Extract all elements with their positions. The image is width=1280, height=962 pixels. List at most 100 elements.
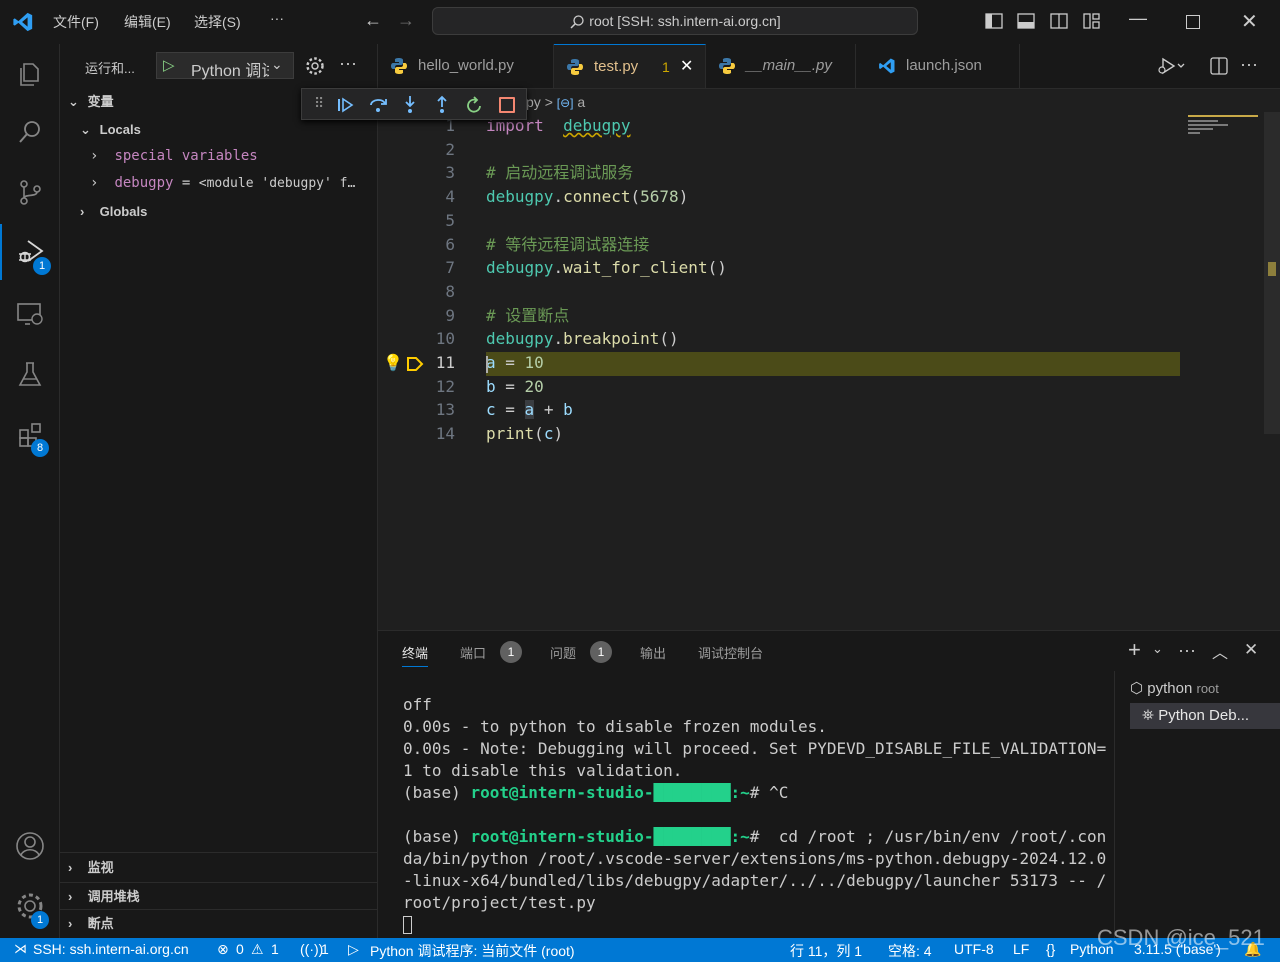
- debug-run-icon: ▷: [348, 941, 359, 957]
- panel-tab-debug-console[interactable]: 调试控制台: [698, 643, 763, 662]
- toggle-secondary-sidebar-icon[interactable]: [1050, 13, 1068, 29]
- remote-explorer-icon[interactable]: [0, 286, 60, 342]
- step-out-icon[interactable]: [433, 95, 451, 115]
- code-token: .: [553, 329, 564, 349]
- close-tab-icon[interactable]: ✕: [680, 45, 693, 89]
- tab-launch-json[interactable]: launch.json: [856, 44, 1020, 88]
- debug-config-select[interactable]: ▷ Python 调试 ⌄: [156, 52, 294, 80]
- forward-arrow-icon[interactable]: →: [397, 10, 415, 31]
- search-activity-icon[interactable]: [0, 104, 60, 160]
- maximize-panel-icon[interactable]: ︿: [1212, 639, 1228, 663]
- prompt-command: # ^C: [749, 783, 789, 802]
- code-line[interactable]: 10 debugpy.breakpoint(): [378, 327, 1178, 351]
- encoding[interactable]: UTF-8: [954, 941, 994, 957]
- code-line[interactable]: 6 # 等待远程调试器连接: [378, 233, 1178, 257]
- close-panel-icon[interactable]: ✕: [1244, 640, 1258, 660]
- special-variables-row[interactable]: › special variables: [60, 143, 378, 170]
- minimap[interactable]: [1186, 112, 1264, 144]
- back-arrow-icon[interactable]: ←: [364, 10, 382, 31]
- tab-hello-world[interactable]: hello_world.py: [378, 44, 554, 88]
- explorer-icon[interactable]: [0, 46, 60, 102]
- debug-config-name: Python 调试: [191, 63, 269, 80]
- run-debug-icon[interactable]: 1: [0, 224, 60, 280]
- step-over-icon[interactable]: [368, 95, 388, 115]
- globals-scope[interactable]: › Globals: [60, 198, 378, 225]
- code-line[interactable]: 2: [378, 138, 1178, 162]
- prompt-host: root@intern-studio-████████:~: [470, 783, 750, 802]
- breakpoints-section-header[interactable]: › 断点: [60, 909, 378, 937]
- code-token: (): [707, 258, 727, 278]
- account-icon[interactable]: [0, 818, 60, 874]
- menu-selection[interactable]: 选择(S): [194, 12, 241, 32]
- settings-gear-icon[interactable]: 1: [0, 878, 60, 934]
- tab-main-py[interactable]: __main__.py: [706, 44, 856, 88]
- new-terminal-icon[interactable]: +: [1128, 637, 1141, 663]
- chevron-down-icon: ⌄: [68, 94, 79, 109]
- locals-scope[interactable]: ⌄ Locals: [60, 116, 378, 143]
- panel-tab-ports[interactable]: 端口: [460, 643, 486, 662]
- code-line[interactable]: 12 b = 20: [378, 375, 1178, 399]
- terminal-line: (base) root@intern-studio-████████:~# cd…: [403, 826, 1106, 848]
- indentation[interactable]: 空格: 4: [888, 941, 932, 961]
- debugpy-variable-row[interactable]: › debugpy = <module 'debugpy' f…: [60, 170, 376, 197]
- braces-icon: {}: [1046, 941, 1056, 957]
- ports-status[interactable]: ((·)) 1: [300, 938, 334, 962]
- callstack-section-header[interactable]: › 调用堆栈: [60, 882, 378, 910]
- debug-status[interactable]: ▷ Python 调试程序: 当前文件 (root): [348, 938, 598, 962]
- code-token: debugpy: [486, 329, 554, 349]
- line-code: # 启动远程调试服务: [486, 161, 633, 185]
- lightbulb-icon[interactable]: 💡: [383, 352, 403, 376]
- special-variables-label: special variables: [114, 148, 258, 164]
- cursor-position[interactable]: 行 11，列 1: [790, 941, 862, 961]
- menu-file[interactable]: 文件(F): [53, 12, 99, 32]
- maximize-icon[interactable]: [1186, 15, 1200, 29]
- panel-tab-problems[interactable]: 问题: [550, 643, 576, 662]
- editor-more-icon[interactable]: ···: [1240, 54, 1258, 75]
- remote-label: SSH: ssh.intern-ai.org.cn: [33, 941, 189, 957]
- toggle-sidebar-icon[interactable]: [985, 13, 1003, 29]
- code-line[interactable]: 7 debugpy.wait_for_client(): [378, 256, 1178, 280]
- testing-flask-icon[interactable]: [0, 346, 60, 402]
- code-line[interactable]: 11 a = 10: [378, 351, 1178, 375]
- code-line[interactable]: 4 debugpy.connect(5678): [378, 185, 1178, 209]
- code-line[interactable]: 9 # 设置断点: [378, 304, 1178, 328]
- code-line[interactable]: 5: [378, 209, 1178, 233]
- run-python-file-icon[interactable]: [1158, 57, 1186, 75]
- code-line[interactable]: 8: [378, 280, 1178, 304]
- panel-more-icon[interactable]: ···: [1178, 640, 1196, 661]
- customize-layout-icon[interactable]: [1083, 13, 1101, 29]
- terminal-item-python[interactable]: ⬡ python root: [1130, 677, 1280, 701]
- terminal-item-python-debug[interactable]: ⛯ Python Deb...: [1130, 703, 1280, 729]
- debug-settings-gear-icon[interactable]: [305, 56, 325, 76]
- problems-status[interactable]: ⊗ 0 ⚠ 1: [217, 938, 287, 962]
- source-control-icon[interactable]: [0, 164, 60, 220]
- line-number: 13: [435, 400, 455, 420]
- line-code: a = 10: [486, 351, 544, 375]
- drag-handle-icon[interactable]: ⠿: [314, 95, 324, 112]
- stop-icon[interactable]: [499, 97, 515, 113]
- command-center[interactable]: root [SSH: ssh.intern-ai.org.cn]: [432, 7, 918, 35]
- start-debugging-icon[interactable]: ▷: [163, 56, 175, 74]
- toggle-panel-icon[interactable]: [1017, 13, 1035, 29]
- menu-more[interactable]: ···: [270, 10, 284, 26]
- continue-icon[interactable]: [336, 96, 354, 114]
- tab-test-py[interactable]: test.py 1 ✕: [554, 44, 706, 88]
- step-into-icon[interactable]: [401, 95, 419, 115]
- split-editor-icon[interactable]: [1210, 57, 1228, 75]
- code-line[interactable]: 13 c = a + b: [378, 398, 1178, 422]
- close-window-icon[interactable]: ✕: [1241, 9, 1258, 34]
- line-ending[interactable]: LF: [1013, 941, 1029, 957]
- remote-indicator[interactable]: ⋊ SSH: ssh.intern-ai.org.cn: [0, 938, 205, 962]
- minimize-icon[interactable]: —: [1129, 8, 1147, 29]
- restart-icon[interactable]: [465, 95, 485, 115]
- section-divider: [60, 852, 377, 853]
- chevron-down-icon[interactable]: ⌄: [1152, 641, 1163, 657]
- panel-tab-terminal[interactable]: 终端: [402, 643, 429, 667]
- extensions-icon[interactable]: 8: [0, 406, 60, 462]
- panel-tab-output[interactable]: 输出: [640, 643, 666, 662]
- code-line[interactable]: 14 print(c): [378, 422, 1178, 446]
- watch-section-header[interactable]: › 监视: [60, 854, 378, 881]
- code-line[interactable]: 3 # 启动远程调试服务: [378, 161, 1178, 185]
- more-actions-icon[interactable]: ···: [339, 53, 357, 74]
- menu-edit[interactable]: 编辑(E): [124, 12, 171, 32]
